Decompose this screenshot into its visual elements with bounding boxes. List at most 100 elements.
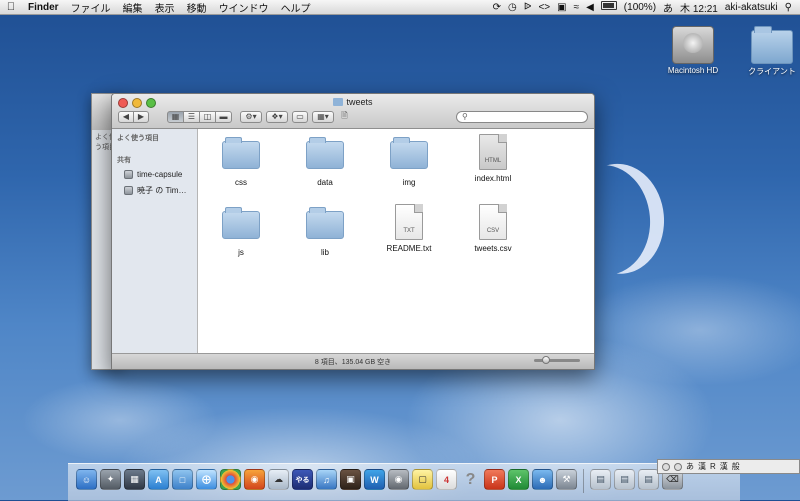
camera-app-dock-icon[interactable]: ◉: [388, 469, 409, 490]
safari-dock-icon[interactable]: ⨁: [196, 469, 217, 490]
doc-type-tag: CSV: [486, 228, 500, 234]
file-item-lib[interactable]: lib: [290, 207, 360, 257]
menu-edit[interactable]: 編集: [117, 0, 149, 15]
stickies-dock-icon[interactable]: ▢: [412, 469, 433, 490]
file-item-img[interactable]: img: [374, 137, 444, 187]
desktop-icon-client[interactable]: クライアント: [737, 26, 800, 77]
status-text: 8 項目、135.04 GB 空き: [314, 358, 392, 366]
powerpoint-dock-icon[interactable]: P: [484, 469, 505, 490]
mission-control-dock-icon[interactable]: ▦: [124, 469, 145, 490]
volume-icon[interactable]: ◀: [586, 2, 594, 13]
file-name: lib: [320, 248, 329, 257]
word-dock-icon[interactable]: W: [364, 469, 385, 490]
action-gear-button[interactable]: ⚙▾: [240, 110, 262, 123]
file-name: data: [317, 178, 333, 187]
todo-app-dock-icon[interactable]: やる: [292, 469, 313, 490]
user-name[interactable]: aki-akatsuki: [725, 2, 778, 13]
folder-icon: [306, 207, 344, 239]
menu-extras: ⟳ ◷ ᐉ <> ▣ ≈ ◀ (100%) あ 木 12:21 aki-akat…: [493, 0, 800, 15]
menu-view[interactable]: 表示: [149, 0, 181, 15]
document-button[interactable]: 🗎: [338, 111, 351, 123]
list-view-button[interactable]: ☰: [183, 110, 200, 123]
view-mode-control: ▦ ☰ ◫ ▬: [167, 110, 232, 123]
itunes-dock-icon[interactable]: ♫: [316, 469, 337, 490]
chrome-dock-icon[interactable]: [220, 469, 241, 490]
twitter-client-dock-icon[interactable]: ☁: [268, 469, 289, 490]
input-mode[interactable]: あ: [663, 0, 673, 15]
hard-drive-icon: [672, 26, 714, 64]
menu-go[interactable]: 移動: [181, 0, 213, 15]
file-name: js: [238, 248, 244, 257]
code-icon[interactable]: <>: [538, 2, 550, 13]
grid-icon: ▦▾: [317, 112, 329, 121]
back-forward-control: ◀ ▶: [118, 110, 149, 123]
arrange-button[interactable]: ▦▾: [312, 110, 334, 123]
menu-help[interactable]: ヘルプ: [275, 0, 317, 15]
wifi-icon[interactable]: ≈: [574, 2, 580, 13]
menu-window[interactable]: ウインドウ: [213, 0, 275, 15]
photo-app-dock-icon[interactable]: ▣: [340, 469, 361, 490]
window-title: tweets: [112, 97, 594, 107]
applications-stack-dock-icon[interactable]: ▤: [638, 469, 659, 490]
file-item-css[interactable]: css: [206, 137, 276, 187]
preview-dock-icon[interactable]: □: [172, 469, 193, 490]
menu-app-finder[interactable]: Finder: [22, 2, 65, 13]
display-icon[interactable]: ▣: [557, 2, 566, 13]
time-machine-icon[interactable]: ◷: [508, 2, 517, 13]
forward-button[interactable]: ▶: [133, 110, 149, 123]
ime-hiragana-label[interactable]: あ: [686, 461, 694, 472]
help-dock-icon[interactable]: ?: [460, 469, 481, 490]
bluetooth-icon[interactable]: ᐉ: [524, 2, 532, 13]
slider-knob[interactable]: [542, 356, 550, 364]
battery-icon[interactable]: [600, 1, 617, 13]
search-input[interactable]: [467, 112, 581, 121]
doc-type-tag: TXT: [403, 228, 415, 234]
file-item-index-html[interactable]: HTML index.html: [458, 134, 528, 183]
icon-size-slider[interactable]: [534, 356, 580, 364]
ime-kanji2-label[interactable]: 漢: [720, 461, 728, 472]
launchpad-dock-icon[interactable]: ✦: [100, 469, 121, 490]
dock: ☺ ✦ ▦ A □ ⨁ ◉ ☁ やる ♫ ▣ W ◉ ▢ 4 ? P X ☻ ⚒…: [68, 463, 740, 501]
ime-r-label[interactable]: R: [710, 462, 716, 471]
calendar-dock-icon[interactable]: 4: [436, 469, 457, 490]
battery-percent[interactable]: (100%): [624, 2, 656, 13]
dropbox-button[interactable]: ❖▾: [266, 110, 288, 123]
file-item-tweets-csv[interactable]: CSV tweets.csv: [458, 204, 528, 253]
ime-kanji-label[interactable]: 漢: [698, 461, 706, 472]
folder-icon: [390, 137, 428, 169]
column-view-button[interactable]: ◫: [199, 110, 216, 123]
apple-menu-icon[interactable]: : [0, 1, 22, 13]
palette-close-button[interactable]: [662, 462, 670, 471]
messenger-dock-icon[interactable]: ☻: [532, 469, 553, 490]
sync-icon[interactable]: ⟳: [493, 2, 501, 13]
coverflow-view-button[interactable]: ▬: [215, 110, 232, 123]
clock[interactable]: 木 12:21: [680, 0, 718, 15]
app-store-dock-icon[interactable]: A: [148, 469, 169, 490]
finder-dock-icon[interactable]: ☺: [76, 469, 97, 490]
search-field[interactable]: ⚲: [456, 110, 588, 123]
icon-view-button[interactable]: ▦: [167, 110, 184, 123]
excel-dock-icon[interactable]: X: [508, 469, 529, 490]
menu-file[interactable]: ファイル: [65, 0, 117, 15]
csv-document-icon: CSV: [479, 204, 507, 240]
sidebar-item-shared-disk[interactable]: 暁子 の Tim…: [112, 182, 197, 199]
finder-window: tweets ◀ ▶ ▦ ☰ ◫ ▬ ⚙▾ ❖▾ ▭ ▦▾ 🗎 ⚲ よく使う項目…: [111, 93, 595, 370]
file-item-js[interactable]: js: [206, 207, 276, 257]
back-button[interactable]: ◀: [118, 110, 134, 123]
sidebar-item-time-capsule[interactable]: time-capsule: [112, 167, 197, 182]
gear-icon: ⚙▾: [245, 112, 257, 121]
desktop-icon-macintosh-hd[interactable]: Macintosh HD: [658, 26, 728, 75]
spotlight-icon[interactable]: ⚲: [785, 2, 792, 13]
utility-dock-icon[interactable]: ⚒: [556, 469, 577, 490]
documents-stack-dock-icon[interactable]: ▤: [590, 469, 611, 490]
firefox-dock-icon[interactable]: ◉: [244, 469, 265, 490]
sidebar-item-label: time-capsule: [137, 170, 183, 179]
ime-general-label[interactable]: 般: [732, 461, 740, 472]
palette-minimize-button[interactable]: [674, 462, 682, 471]
file-item-readme-txt[interactable]: TXT README.txt: [374, 204, 444, 253]
file-item-data[interactable]: data: [290, 137, 360, 187]
downloads-stack-dock-icon[interactable]: ▤: [614, 469, 635, 490]
document-icon: 🗎: [341, 110, 348, 120]
ime-palette: あ 漢 R 漢 般: [657, 459, 800, 474]
path-folder-button[interactable]: ▭: [292, 110, 308, 123]
